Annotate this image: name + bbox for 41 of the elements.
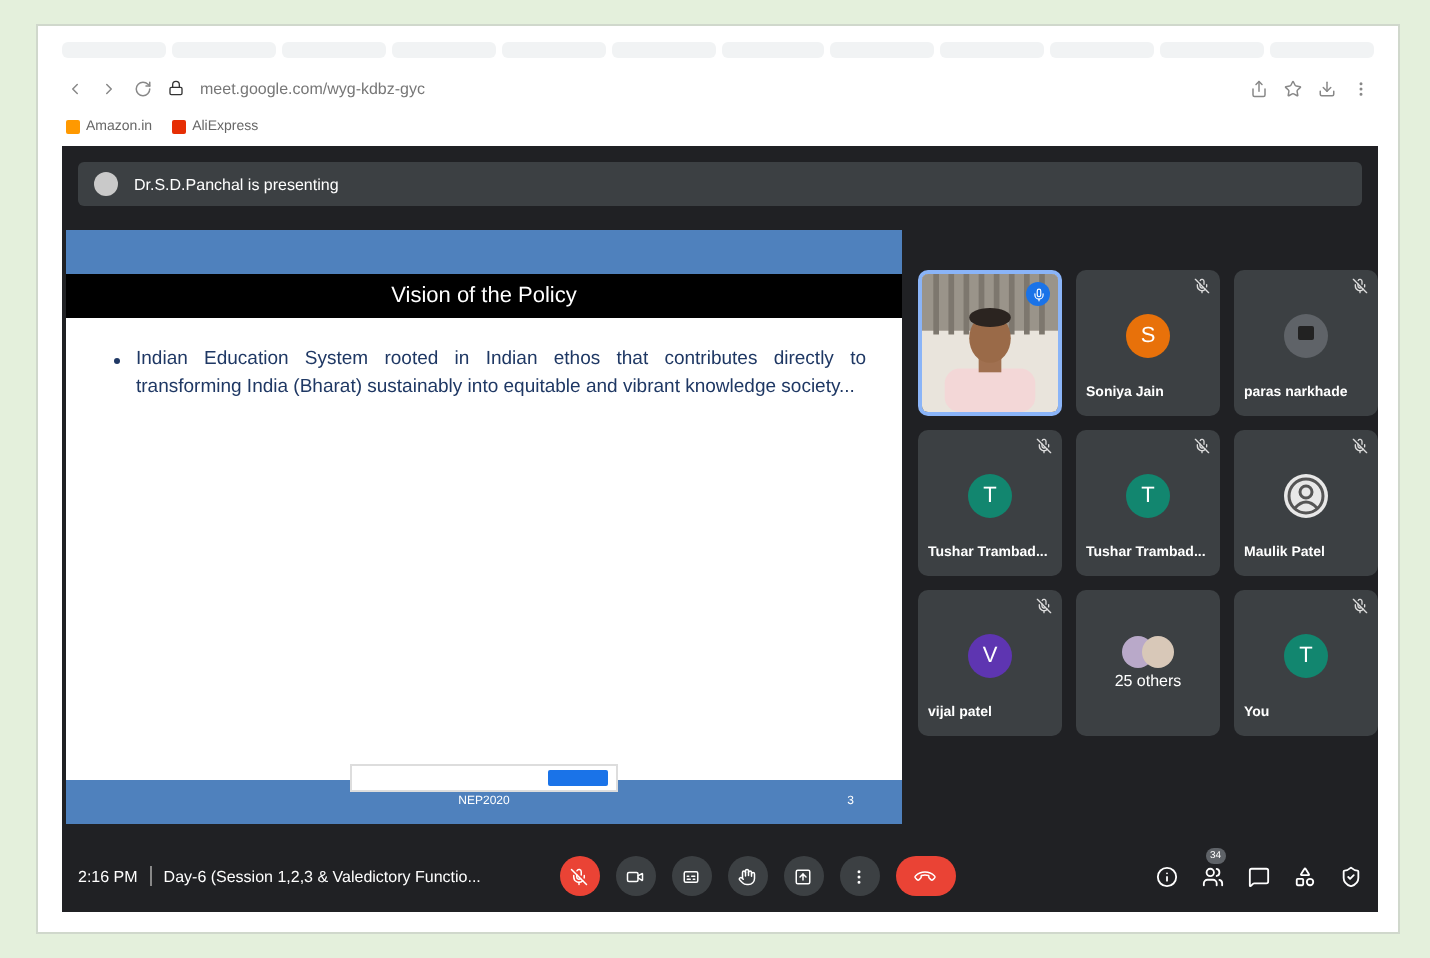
- present-button[interactable]: [783, 856, 824, 896]
- captions-icon: [682, 867, 701, 885]
- meeting-title: Day-6 (Session 1,2,3 & Valedictory Functio...: [163, 867, 483, 885]
- participant-tile[interactable]: 25 others: [1076, 590, 1220, 736]
- user-icon: [1284, 473, 1328, 517]
- forward-icon[interactable]: [100, 79, 118, 97]
- chat-button[interactable]: [1248, 865, 1270, 887]
- lock-button[interactable]: [1340, 865, 1362, 887]
- bookmark-icon[interactable]: [1284, 79, 1302, 97]
- avatar-icon: [94, 172, 118, 196]
- slide-bullet: Indian Education System rooted in Indian ethos that contributes directly to transforming India (Bharat) sustainably into equitable and vibrant knowledge society...: [114, 346, 866, 402]
- participant-name: 25 others: [1114, 672, 1182, 690]
- meeting-time: 2:16 PM: [78, 867, 138, 885]
- mic-off-icon: [570, 867, 589, 885]
- present-icon: [794, 867, 813, 885]
- share-icon[interactable]: [1250, 79, 1268, 97]
- slide-title: Vision of the Policy: [66, 274, 902, 318]
- hand-button[interactable]: [727, 856, 768, 896]
- info-button[interactable]: [1156, 865, 1178, 887]
- end-button[interactable]: [895, 856, 956, 896]
- more-button[interactable]: [839, 856, 880, 896]
- avatar-initial: V: [968, 633, 1012, 677]
- avatar-initial: T: [968, 473, 1012, 517]
- download-icon[interactable]: [1318, 79, 1336, 97]
- camera-button[interactable]: [615, 856, 656, 896]
- camera-icon: [626, 867, 645, 885]
- back-icon[interactable]: [66, 79, 84, 97]
- avatar-initial: T: [1284, 633, 1328, 677]
- avatar-initial: S: [1126, 313, 1170, 357]
- lock-icon: [168, 80, 184, 96]
- address-field[interactable]: meet.google.com/wyg-kdbz-gyc: [200, 79, 1234, 97]
- participant-tile[interactable]: [918, 270, 1062, 416]
- presenting-text: Dr.S.D.Panchal is presenting: [134, 175, 339, 193]
- activities-button[interactable]: [1294, 865, 1316, 887]
- group-avatars-icon: [1122, 636, 1174, 668]
- hand-icon: [738, 867, 757, 885]
- captions-button[interactable]: [671, 856, 712, 896]
- avatar-initial: T: [1126, 473, 1170, 517]
- reload-icon[interactable]: [134, 79, 152, 97]
- profile-photo: [1284, 313, 1328, 357]
- mic-button[interactable]: [559, 856, 600, 896]
